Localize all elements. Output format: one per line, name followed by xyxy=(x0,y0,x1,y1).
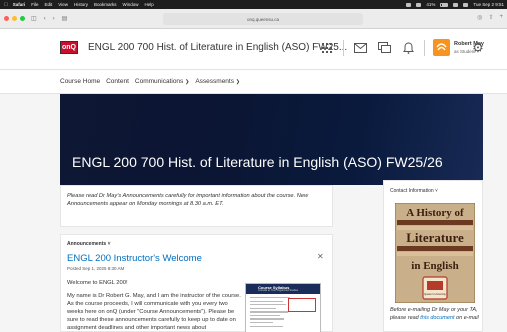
header-tools: Robert May as Student xyxy=(319,39,484,56)
syllabus-thumbnail[interactable]: Course Syllabus A Guide to Your Organize… xyxy=(245,283,321,332)
nav-assessments-label: Assessments xyxy=(195,78,234,85)
menu-safari[interactable]: Safari xyxy=(13,2,26,7)
syllabus-header: Course Syllabus A Guide to Your Organize… xyxy=(246,284,320,294)
announcement-body: My name is Dr Robert G. May, and I am th… xyxy=(67,293,241,331)
book-cover-image: A History of Literature in English Queen… xyxy=(395,203,475,303)
avatar[interactable] xyxy=(433,39,450,56)
syllabus-subtitle: A Guide to Your Organized Studies xyxy=(258,289,299,292)
menu-help[interactable]: Help xyxy=(145,2,154,7)
nav-communications[interactable]: Communications ❯ xyxy=(135,78,189,85)
contact-text-after: on e-mail xyxy=(454,315,479,321)
close-icon[interactable]: ✕ xyxy=(317,252,324,261)
course-navbar: Course Home Content Communications ❯ Ass… xyxy=(0,70,507,94)
course-title-link[interactable]: ENGL 200 700 Hist. of Literature in Engl… xyxy=(88,42,347,53)
new-tab-icon[interactable]: + xyxy=(499,14,503,21)
menu-window[interactable]: Window xyxy=(123,2,139,7)
bell-icon[interactable] xyxy=(400,40,416,56)
wifi-icon[interactable] xyxy=(453,2,459,7)
announcements-widget-title[interactable]: Announcements ˅ xyxy=(67,241,110,247)
notice-widget: Please read Dr May's Announcements caref… xyxy=(60,185,333,227)
book-title-line2: Literature xyxy=(406,230,464,245)
tab-overview-icon[interactable]: ▤ xyxy=(62,15,68,22)
close-window-button[interactable] xyxy=(4,16,9,21)
nav-communications-label: Communications xyxy=(134,78,184,85)
macos-menu-bar:  Safari File Edit View History Bookmark… xyxy=(0,0,507,9)
chat-icon[interactable] xyxy=(376,40,392,56)
nav-course-home[interactable]: Course Home xyxy=(60,78,100,85)
battery-percent: 41% xyxy=(426,2,436,7)
menu-bar-status: 41% Tue Sep 2 9:51 xyxy=(406,0,504,9)
chevron-down-icon: ❯ xyxy=(235,79,240,85)
address-bar[interactable]: onq.queensu.ca xyxy=(163,13,363,25)
announcements-widget-label: Announcements xyxy=(67,241,107,247)
minimize-window-button[interactable] xyxy=(12,16,17,21)
chevron-down-icon: ❯ xyxy=(185,79,190,85)
address-url: onq.queensu.ca xyxy=(246,16,280,22)
sidebar-toggle-icon[interactable]: ◫ xyxy=(31,15,37,22)
menu-history[interactable]: History xyxy=(74,2,88,7)
header-divider xyxy=(343,39,344,56)
onq-logo[interactable]: onQ xyxy=(60,41,78,54)
announcements-widget: Announcements ˅ ENGL 200 Instructor's We… xyxy=(60,234,333,332)
header-divider xyxy=(424,39,425,56)
gear-icon[interactable]: ⚙ xyxy=(470,40,486,56)
nav-assessments[interactable]: Assessments ❯ xyxy=(195,78,240,85)
notice-text: Please read Dr May's Announcements caref… xyxy=(67,193,309,207)
nav-content[interactable]: Content xyxy=(106,78,129,85)
cloud-icon[interactable] xyxy=(416,2,422,7)
share-icon[interactable]: ⇧ xyxy=(488,14,493,21)
search-icon[interactable] xyxy=(463,2,469,7)
back-icon[interactable]: ‹ xyxy=(44,16,46,22)
chevron-down-icon: ˅ xyxy=(435,188,438,194)
contact-widget: Contact Information ˅ A History of Liter… xyxy=(383,180,483,332)
course-banner: ENGL 200 700 Hist. of Literature in Engl… xyxy=(60,94,483,185)
window-controls xyxy=(4,16,25,21)
email-icon[interactable] xyxy=(352,40,368,56)
book-title-line3: in English xyxy=(411,260,458,272)
clock[interactable]: Tue Sep 2 9:51 xyxy=(473,2,504,7)
announcement-posted-date: Posted Sep 1, 2025 8:30 AM xyxy=(67,266,125,271)
banner-title: ENGL 200 700 Hist. of Literature in Engl… xyxy=(72,154,443,170)
battery-icon[interactable] xyxy=(440,2,449,7)
menu-file[interactable]: File xyxy=(31,2,38,7)
book-title-line1: A History of xyxy=(406,207,464,219)
zoom-window-button[interactable] xyxy=(20,16,25,21)
email-policy-link[interactable]: this document xyxy=(420,315,454,321)
menu-edit[interactable]: Edit xyxy=(45,2,53,7)
site-header: onQ ENGL 200 700 Hist. of Literature in … xyxy=(0,29,507,70)
apple-icon[interactable]:  xyxy=(4,2,8,8)
syllabus-highlight-box xyxy=(288,298,316,312)
notice-card: Please read Dr May's Announcements caref… xyxy=(60,185,333,227)
browser-toolbar: ◫ ‹ › ▤ onq.queensu.ca ◎ ⇧ + xyxy=(0,9,507,29)
contact-widget-title[interactable]: Contact Information ˅ xyxy=(390,188,438,194)
contact-text: Before e-mailing Dr May or your TA, plea… xyxy=(390,306,482,322)
menu-view[interactable]: View xyxy=(58,2,68,7)
announcement-greeting: Welcome to ENGL 200! xyxy=(67,280,128,286)
chevron-down-icon: ˅ xyxy=(107,241,111,247)
book-badge: Queen's University xyxy=(424,292,446,296)
extensions-icon[interactable]: ◎ xyxy=(477,14,482,21)
toolbar-right: ◎ ⇧ + xyxy=(477,14,503,21)
contact-widget-label: Contact Information xyxy=(390,188,434,194)
course-selector-icon[interactable] xyxy=(319,40,335,56)
status-icon[interactable] xyxy=(406,2,412,7)
forward-icon[interactable]: › xyxy=(53,16,55,22)
announcement-title-link[interactable]: ENGL 200 Instructor's Welcome xyxy=(67,253,202,264)
menu-bookmarks[interactable]: Bookmarks xyxy=(94,2,117,7)
